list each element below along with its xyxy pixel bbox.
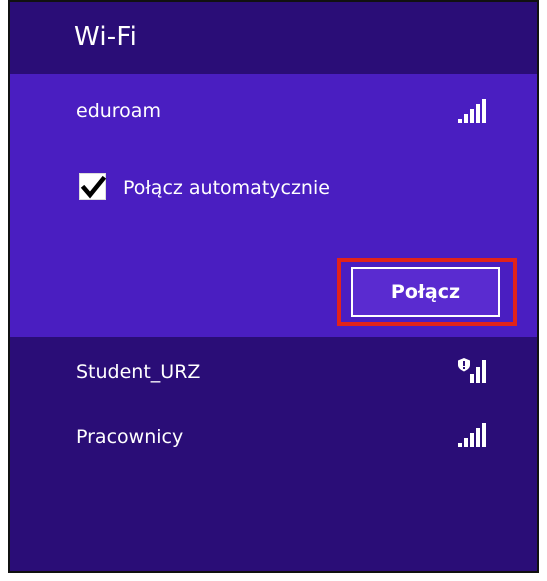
network-name-label: Student_URZ xyxy=(76,361,201,383)
signal-full-icon xyxy=(458,99,486,123)
page-title: Wi-Fi xyxy=(74,22,138,52)
auto-connect-checkbox[interactable] xyxy=(79,173,107,200)
checkmark-icon xyxy=(80,175,107,199)
wifi-panel: Wi-Fi eduroam Połącz automatycznie Połąc… xyxy=(8,0,539,573)
auto-connect-label: Połącz automatycznie xyxy=(123,177,330,199)
signal-full-icon xyxy=(458,423,486,447)
signal-secured-icon xyxy=(458,358,486,383)
wifi-header: Wi-Fi xyxy=(10,2,537,74)
network-item-eduroam[interactable]: eduroam Połącz automatycznie Połącz xyxy=(10,74,537,337)
network-item-pracownicy[interactable]: Pracownicy xyxy=(10,408,537,470)
network-name-label: eduroam xyxy=(76,100,161,122)
network-item-student-urz[interactable]: Student_URZ xyxy=(10,342,537,404)
network-name-label: Pracownicy xyxy=(76,426,184,448)
connect-button[interactable]: Połącz xyxy=(351,267,500,317)
